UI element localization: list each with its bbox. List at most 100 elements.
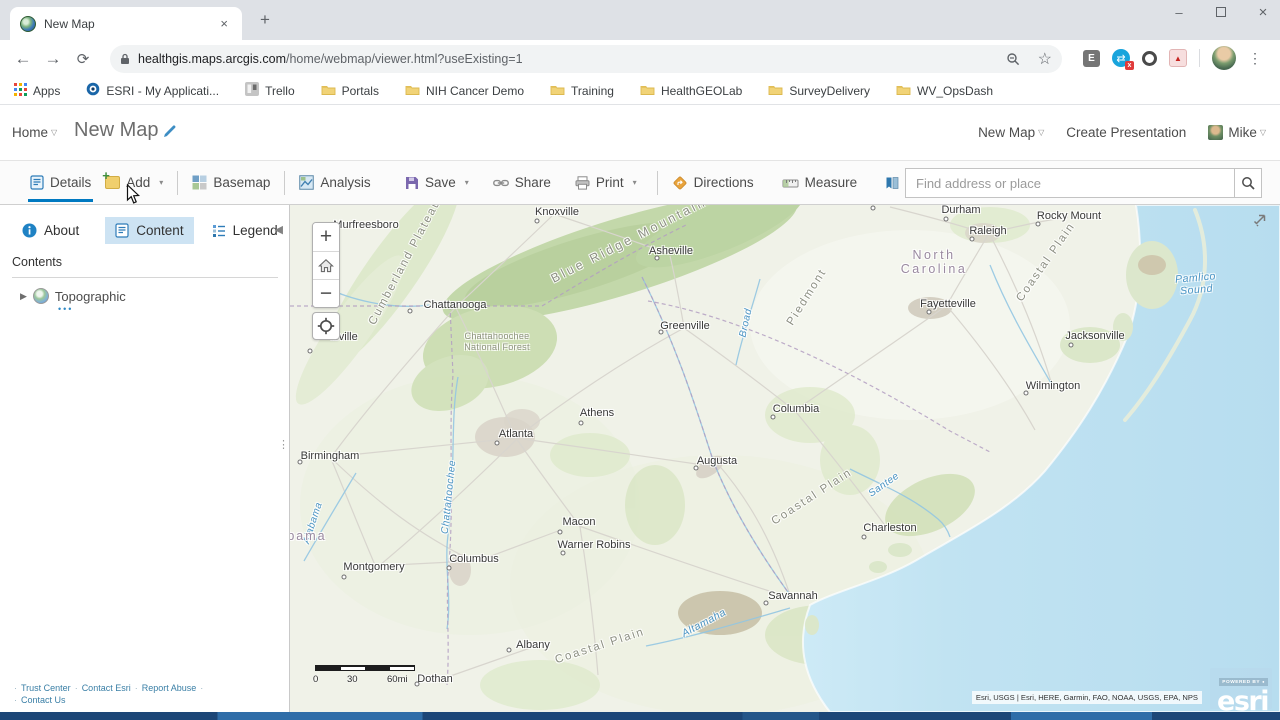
details-button[interactable]: Details [27, 161, 94, 204]
bookmark-esri-my-applicati[interactable]: ESRI - My Applicati... [86, 82, 219, 99]
footer-link-trust-center[interactable]: Trust Center [21, 683, 71, 693]
collapse-panel-icon[interactable]: ◀ [275, 223, 283, 236]
find-my-location-button[interactable] [312, 312, 340, 340]
bookmark-label: HealthGEOLab [660, 83, 743, 98]
home-menu[interactable]: Home ▽ [12, 125, 57, 140]
window-close-button[interactable]: × [1256, 4, 1270, 21]
url-text: healthgis.maps.arcgis.com/home/webmap/vi… [138, 52, 523, 66]
home-extent-button[interactable] [313, 251, 339, 279]
mouse-cursor [126, 184, 141, 204]
legend-icon [212, 224, 225, 237]
footer-link-contact-us[interactable]: Contact Us [21, 695, 66, 705]
extension-sync-icon[interactable]: ⇄ x [1112, 49, 1134, 70]
dot-separator: · [14, 695, 17, 705]
tab-about[interactable]: About [12, 217, 89, 244]
bookmark-training[interactable]: Training [550, 83, 614, 99]
search-button[interactable] [1234, 168, 1262, 198]
bookmark-label: WV_OpsDash [917, 83, 994, 98]
lock-icon [121, 53, 129, 64]
bookmark-surveydelivery[interactable]: SurveyDelivery [768, 83, 870, 99]
chevron-down-icon: ▽ [51, 128, 58, 137]
tab-title: New Map [44, 16, 95, 31]
back-button[interactable]: ← [8, 49, 38, 69]
bookmark-label: ESRI - My Applicati... [106, 83, 220, 98]
save-button[interactable]: Save ▾ [405, 161, 469, 204]
city-label-murfreesboro: Murfreesboro [333, 219, 399, 231]
map-label-north-carolina: North Carolina [900, 248, 968, 276]
city-label-greenville: Greenville [660, 320, 710, 332]
city-marker-dothan [414, 681, 420, 687]
map-canvas[interactable]: Murfreesboro Knoxville Asheville Chattanoog… [290, 205, 1280, 712]
reload-button[interactable]: ⟳ [68, 50, 98, 68]
bookmark-star-icon[interactable]: ☆ [1038, 49, 1052, 69]
dot-separator: · [200, 683, 204, 693]
layer-overflow-menu[interactable]: ••• [58, 304, 73, 314]
extension-pdf-icon[interactable]: ▲ [1169, 49, 1187, 67]
window-minimize-button[interactable]: – [1172, 5, 1186, 20]
bookmark-trello[interactable]: Trello [245, 82, 295, 99]
city-label-durham: Durham [941, 205, 981, 216]
zoom-page-icon[interactable] [1006, 52, 1020, 66]
zoom-control: + − [312, 222, 340, 308]
browser-profile-avatar[interactable] [1212, 46, 1236, 70]
address-bar[interactable]: healthgis.maps.arcgis.com/home/webmap/vi… [110, 45, 1062, 73]
divider [1199, 49, 1200, 67]
city-marker-durham [943, 216, 949, 222]
directions-button[interactable]: Directions [672, 161, 754, 204]
city-label-charleston: Charleston [863, 522, 917, 534]
chevron-down-icon: ▾ [464, 178, 469, 187]
chevron-down-icon: ▾ [632, 178, 637, 187]
extension-ring-icon[interactable] [1142, 50, 1157, 66]
city-marker-greenville [658, 329, 664, 335]
city-marker-warner-robins [560, 550, 566, 556]
map-toolbar: Details Add▾ Basemap Analysis Save▾ Shar… [0, 160, 1280, 205]
user-menu[interactable]: Mike ▽ [1208, 125, 1266, 140]
layer-row-topographic[interactable]: ▶ Topographic [12, 285, 278, 307]
tab-close-icon[interactable]: × [216, 14, 232, 33]
basemap-button[interactable]: Basemap [192, 161, 270, 204]
new-tab-button[interactable]: + [252, 10, 278, 30]
share-button[interactable]: Share [492, 161, 551, 204]
folder-icon [768, 83, 783, 99]
bookmark-wv-opsdash[interactable]: WV_OpsDash [896, 83, 993, 99]
footer-link-contact-esri[interactable]: Contact Esri [82, 683, 131, 693]
extension-e-icon[interactable]: E [1083, 49, 1100, 67]
map-switcher-menu[interactable]: New Map ▽ [978, 125, 1044, 140]
analysis-icon [299, 175, 315, 190]
bookmark-portals[interactable]: Portals [321, 83, 379, 99]
search-input[interactable] [905, 168, 1234, 198]
measure-button[interactable]: Measure [782, 161, 857, 204]
map-edit-arrow-icon[interactable] [1252, 211, 1268, 227]
chevron-down-icon: ▽ [1259, 128, 1266, 137]
bookmarks-icon [886, 176, 899, 189]
forward-button[interactable]: → [38, 49, 68, 69]
edit-title-pencil-icon[interactable] [162, 124, 177, 139]
esri-logo[interactable]: POWERED BY esri [1210, 668, 1272, 712]
share-link-icon [492, 179, 509, 186]
browser-menu-icon[interactable]: ⋮ [1248, 50, 1262, 67]
divider [12, 277, 278, 278]
browser-tab[interactable]: New Map × [10, 7, 242, 40]
analysis-button[interactable]: Analysis [299, 161, 371, 204]
footer-link-report-abuse[interactable]: Report Abuse [142, 683, 197, 693]
city-marker-fayetteville [926, 309, 932, 315]
city-label-columbus: Columbus [449, 553, 499, 565]
zoom-out-button[interactable]: − [313, 279, 339, 307]
expand-layer-icon[interactable]: ▶ [20, 291, 27, 302]
city-label-dothan: Dothan [417, 673, 453, 685]
print-button[interactable]: Print ▾ [575, 161, 637, 204]
add-layer-icon [102, 168, 121, 189]
window-maximize-button[interactable] [1214, 5, 1228, 20]
bookmark-healthgeolab[interactable]: HealthGEOLab [640, 83, 742, 99]
panel-resize-handle[interactable]: ⋮ [278, 440, 289, 451]
bookmark-label: SurveyDelivery [789, 83, 871, 98]
zoom-in-button[interactable]: + [313, 223, 339, 251]
create-presentation-button[interactable]: Create Presentation [1066, 125, 1186, 140]
bottom-progress-bar [0, 712, 1280, 720]
bookmark-nih-cancer-demo[interactable]: NIH Cancer Demo [405, 83, 524, 99]
details-icon [30, 175, 44, 190]
city-label-atlanta: Atlanta [498, 428, 534, 440]
folder-icon [640, 83, 655, 99]
tab-content[interactable]: Content [105, 216, 194, 244]
bookmark-apps[interactable]: Apps [14, 82, 60, 99]
